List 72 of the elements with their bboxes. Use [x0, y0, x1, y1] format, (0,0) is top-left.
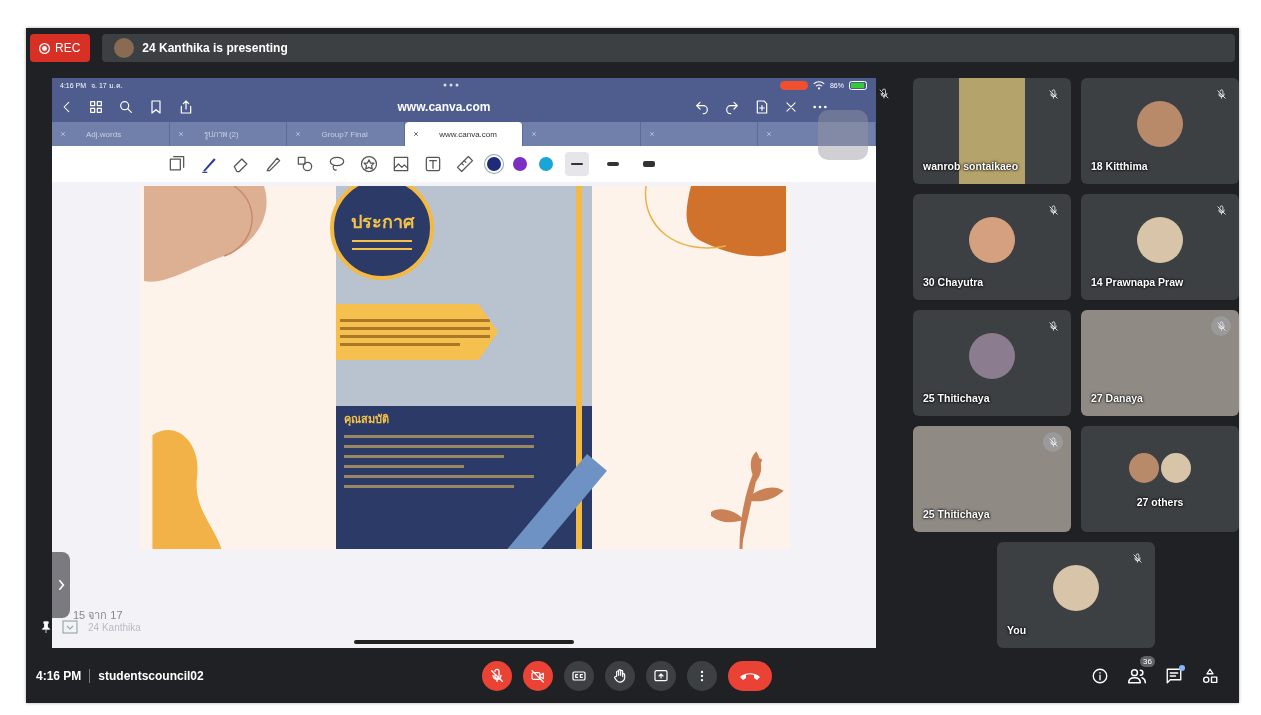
stroke-width-option[interactable]	[565, 152, 589, 176]
color-swatch[interactable]	[487, 157, 501, 171]
participant-name: 25 Thitichaya	[923, 508, 990, 520]
text-box-icon[interactable]	[423, 154, 443, 174]
screen-record-indicator	[779, 80, 808, 90]
close-icon[interactable]	[784, 100, 798, 114]
avatar-placeholder	[1137, 217, 1183, 263]
pin-icon[interactable]	[40, 619, 52, 635]
participant-name: 27 Danaya	[1091, 392, 1143, 404]
raise-hand-button[interactable]	[605, 660, 635, 691]
redo-icon[interactable]	[724, 99, 740, 115]
participant-count-badge: 36	[1140, 655, 1155, 667]
participant-name: 27 others	[1136, 496, 1184, 508]
presenter-name: 24 Kanthika	[88, 621, 141, 633]
bookmark-icon[interactable]	[148, 99, 164, 115]
sidebar-handle[interactable]	[52, 552, 70, 618]
leave-call-button[interactable]	[728, 660, 772, 691]
mic-off-icon	[878, 88, 890, 100]
participant-name: 18 Kitthima	[1091, 160, 1148, 172]
screen-icon	[62, 620, 78, 634]
avatar-placeholder	[969, 333, 1015, 379]
image-icon[interactable]	[391, 154, 411, 174]
title-underline	[352, 239, 412, 250]
avatar-photo-placeholder	[114, 38, 135, 58]
captions-button[interactable]	[564, 660, 594, 691]
chat-icon[interactable]	[1165, 666, 1183, 685]
participant-name: You	[1007, 624, 1027, 636]
present-button[interactable]	[646, 660, 676, 691]
color-swatch[interactable]	[539, 157, 553, 171]
info-icon[interactable]	[1091, 666, 1109, 685]
color-swatch[interactable]	[513, 157, 527, 171]
browser-tab[interactable]: www.canva.com	[405, 122, 523, 146]
participant-name: 14 Prawnapa Praw	[1091, 276, 1184, 288]
chevron-right-icon	[57, 578, 65, 592]
hand-icon	[612, 667, 628, 684]
qualifications-heading: คุณสมบัติ	[344, 412, 390, 428]
floating-button[interactable]	[818, 110, 868, 160]
wifi-icon	[812, 80, 825, 90]
avatar-placeholder	[1129, 453, 1159, 483]
camera-off-icon	[530, 667, 546, 684]
avatar-placeholder	[1053, 565, 1099, 611]
avatar-placeholder	[1137, 101, 1183, 147]
search-icon[interactable]	[118, 99, 134, 115]
camera-button[interactable]	[523, 660, 553, 691]
close-icon[interactable]	[413, 131, 420, 137]
sticker-icon[interactable]	[359, 154, 379, 174]
meeting-time: 4:16 PM	[36, 668, 82, 683]
shapes-icon[interactable]	[295, 154, 315, 174]
recording-label: REC	[55, 41, 81, 55]
ruler-icon[interactable]	[455, 154, 475, 174]
avatar-placeholder	[1161, 453, 1191, 483]
shapes-icon[interactable]	[1201, 666, 1219, 685]
battery-icon	[849, 80, 868, 90]
present-icon	[653, 667, 669, 684]
participant-name: 30 Chayutra	[923, 276, 984, 288]
lasso-icon[interactable]	[327, 154, 347, 174]
new-page-icon[interactable]	[754, 99, 770, 115]
avatar-placeholder	[969, 217, 1015, 263]
share-icon[interactable]	[178, 99, 194, 115]
dots-icon	[442, 82, 461, 88]
presenting-text: 24 Kanthika is presenting	[142, 41, 288, 55]
grid-icon[interactable]	[88, 99, 104, 115]
page-indicator: 15 จาก 17	[73, 608, 123, 623]
microphone-button[interactable]	[482, 660, 512, 691]
meeting-code: studentscouncil02	[98, 668, 204, 683]
record-icon	[38, 41, 51, 55]
mic-off-icon	[489, 667, 505, 684]
poster-title: ประกาศ	[350, 210, 414, 234]
url-text[interactable]: www.canva.com	[397, 100, 491, 114]
undo-icon[interactable]	[694, 99, 710, 115]
phone-icon	[740, 671, 760, 680]
participant-name: 25 Thitichaya	[923, 392, 990, 404]
